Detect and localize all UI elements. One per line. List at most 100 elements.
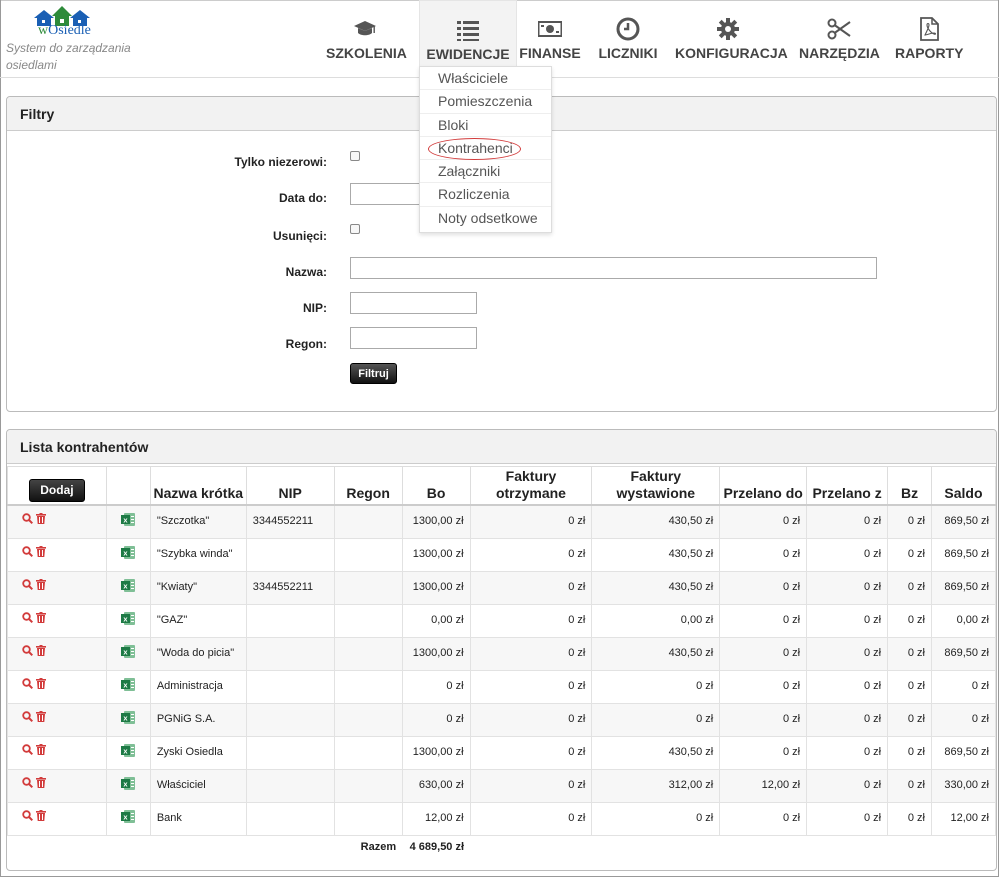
excel-export-icon[interactable]: x (120, 809, 135, 826)
excel-export-icon[interactable]: x (120, 710, 135, 727)
excel-export-icon[interactable]: x (120, 743, 135, 760)
cell-invoices-received: 0 zł (469, 801, 593, 836)
col-bo[interactable]: Bo (401, 466, 471, 506)
delete-icon[interactable] (36, 809, 46, 826)
nav-label: EWIDENCJE (426, 46, 510, 62)
total-value: 4 689,50 zł (402, 835, 471, 855)
nav-label: SZKOLENIA (326, 45, 407, 61)
view-icon[interactable] (22, 710, 34, 727)
menu-item-noty-odsetkowe[interactable]: Noty odsetkowe (420, 207, 551, 230)
menu-item-zalaczniki[interactable]: Załączniki (420, 160, 551, 184)
cell-nip: 3344552211 (245, 504, 335, 539)
view-icon[interactable] (22, 677, 34, 694)
cell-bo: 1300,00 zł (401, 636, 471, 671)
nip-input[interactable] (350, 292, 477, 314)
delete-icon[interactable] (36, 578, 46, 595)
col-regon[interactable]: Regon (333, 466, 403, 506)
row-actions (7, 603, 107, 638)
nav-label: LICZNIKI (598, 45, 658, 61)
cell-transferred-from: 0 zł (806, 504, 889, 539)
nav-narzedzia[interactable]: NARZĘDZIA (799, 0, 880, 70)
col-balance[interactable]: Saldo (930, 466, 997, 506)
cell-regon (333, 735, 403, 770)
col-nip[interactable]: NIP (245, 466, 335, 506)
list-icon (457, 21, 479, 41)
cell-short-name: "Kwiaty" (149, 570, 247, 605)
menu-item-pomieszczenia[interactable]: Pomieszczenia (420, 90, 551, 114)
cell-bo: 630,00 zł (401, 768, 471, 803)
nav-raporty[interactable]: RAPORTY (895, 0, 963, 70)
view-icon[interactable] (22, 578, 34, 595)
menu-item-rozliczenia[interactable]: Rozliczenia (420, 183, 551, 207)
cell-bz: 0 zł (887, 636, 932, 671)
cell-transferred-from: 0 zł (806, 702, 889, 737)
total-spacer (150, 835, 247, 855)
cell-short-name: Zyski Osiedla (149, 735, 247, 770)
add-button[interactable]: Dodaj (29, 479, 85, 502)
row-actions (7, 537, 107, 572)
col-invoices-received[interactable]: Faktury otrzymane (469, 466, 593, 506)
excel-export-icon[interactable]: x (120, 513, 135, 529)
nav-finanse[interactable]: FINANSE (519, 0, 581, 70)
excel-export-icon[interactable]: x (120, 776, 135, 793)
cell-transferred-to: 0 zł (719, 702, 808, 737)
cell-nip (245, 603, 335, 638)
col-invoices-issued[interactable]: Faktury wystawione (591, 466, 721, 506)
menu-item-wlasciciele[interactable]: Właściciele (420, 67, 551, 91)
excel-export-icon[interactable]: x (120, 545, 135, 562)
delete-icon[interactable] (36, 710, 46, 727)
view-icon[interactable] (22, 513, 34, 529)
app-tagline: System do zarządzania osiedlami (6, 41, 131, 72)
filter-button[interactable]: Filtruj (350, 363, 397, 384)
name-input[interactable] (350, 257, 877, 279)
cell-regon (333, 636, 403, 671)
view-icon[interactable] (22, 776, 34, 793)
view-icon[interactable] (22, 644, 34, 661)
view-icon[interactable] (22, 545, 34, 562)
delete-icon[interactable] (36, 611, 46, 628)
delete-icon[interactable] (36, 743, 46, 760)
cell-short-name: "Szczotka" (149, 504, 247, 539)
view-icon[interactable] (22, 611, 34, 628)
col-transferred-from[interactable]: Przelano z (806, 466, 889, 506)
col-transferred-to[interactable]: Przelano do (719, 466, 808, 506)
nav-ewidencje[interactable]: EWIDENCJE (419, 0, 517, 70)
menu-item-kontrahenci[interactable]: Kontrahenci (420, 137, 551, 161)
cell-nip (245, 669, 335, 704)
excel-export-icon[interactable]: x (120, 611, 135, 628)
view-icon[interactable] (22, 743, 34, 760)
table-row: x "Kwiaty" 3344552211 1300,00 zł 0 zł 430,50 … (7, 570, 997, 605)
delete-icon[interactable] (36, 644, 46, 661)
nav-konfiguracja[interactable]: KONFIGURACJA (675, 0, 788, 70)
nav-szkolenia[interactable]: SZKOLENIA (326, 0, 407, 70)
date-to-input[interactable] (350, 183, 420, 205)
excel-export-icon[interactable]: x (120, 644, 135, 661)
cell-invoices-issued: 430,50 zł (591, 735, 721, 770)
cell-bz: 0 zł (887, 603, 932, 638)
only-nonzero-checkbox[interactable] (350, 151, 360, 161)
cell-nip (245, 702, 335, 737)
table-row: x Administracja 0 zł 0 zł 0 zł 0 zł 0 zł 0 zł 0 … (7, 669, 997, 704)
col-bz[interactable]: Bz (887, 466, 932, 506)
row-export: x (105, 702, 151, 737)
menu-item-bloki[interactable]: Bloki (420, 114, 551, 137)
delete-icon[interactable] (36, 545, 46, 562)
cell-nip (245, 768, 335, 803)
cell-transferred-from: 0 zł (806, 735, 889, 770)
col-short-name[interactable]: Nazwa krótka (149, 466, 247, 506)
deleted-checkbox[interactable] (350, 224, 360, 234)
excel-export-icon[interactable]: x (120, 578, 135, 595)
cell-regon (333, 537, 403, 572)
cell-transferred-to: 0 zł (719, 537, 808, 572)
delete-icon[interactable] (36, 776, 46, 793)
regon-input[interactable] (350, 327, 477, 349)
nav-liczniki[interactable]: LICZNIKI (597, 0, 659, 70)
view-icon[interactable] (22, 809, 34, 826)
delete-icon[interactable] (36, 513, 46, 529)
cell-balance: 330,00 zł (930, 768, 997, 803)
excel-export-icon[interactable]: x (120, 677, 135, 694)
regon-label: Regon: (285, 337, 327, 351)
delete-icon[interactable] (36, 677, 46, 694)
cell-invoices-issued: 430,50 zł (591, 570, 721, 605)
cell-transferred-from: 0 zł (806, 669, 889, 704)
